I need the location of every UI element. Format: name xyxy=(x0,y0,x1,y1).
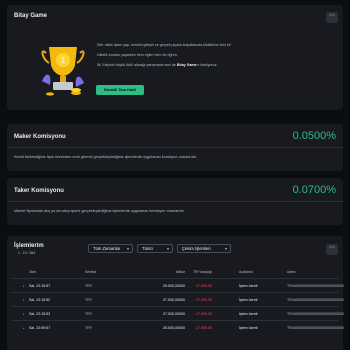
table-row[interactable]: ▸ Sal, 22:09:57 TRY 25.000,00000 -17.000… xyxy=(12,320,344,334)
pagination-info: 1 - 10 / 364 xyxy=(18,251,36,255)
header-date: Tarih xyxy=(29,270,37,274)
chevron-down-icon: ▾ xyxy=(166,246,169,251)
transactions-card: İşlemlerim 1 - 10 / 364 Tüm Zamanlar ▾ Tü… xyxy=(7,236,344,350)
game-info-line-2: Üstelik burdan yaparken hem eğlen hem de… xyxy=(97,53,178,57)
transactions-title: İşlemlerim xyxy=(14,243,44,249)
table-row[interactable]: ▸ Sal, 22:15:53 TRY 27.000,00000 -17.000… xyxy=(12,306,344,320)
bitay-game-card: Bitay Game ⋯ 1 Sıfır riskle işlem yap, k… xyxy=(7,5,343,110)
row-description: İşlem ücreti xyxy=(239,284,258,288)
taker-rate: 0.0700% xyxy=(292,184,336,196)
trophy-icon: 1 xyxy=(41,47,85,96)
game-more-button[interactable]: ⋯ xyxy=(326,12,338,23)
row-date: Sal, 22:09:57 xyxy=(29,326,51,330)
table-row[interactable]: ▸ Sal, 22:15:52 TRY 27.000,00000 -17.000… xyxy=(12,292,344,306)
withdraw-filter-select[interactable]: Çekim İşlemleri ▾ xyxy=(177,244,231,253)
row-date: Sal, 22:15:52 xyxy=(29,298,51,302)
divider xyxy=(7,201,343,202)
maker-title: Maker Komisyonu xyxy=(14,134,66,140)
transactions-more-button[interactable]: ⋯ xyxy=(326,244,338,255)
row-try-value: -17.000,00 xyxy=(194,326,212,330)
header-description: Açıklama xyxy=(239,270,253,274)
header-symbol: Sembol xyxy=(85,270,97,274)
row-try-value: -17.000,00 xyxy=(194,284,212,288)
row-address: TR44000000000000000000000000 xyxy=(287,284,344,288)
row-description: İşlem ücreti xyxy=(239,326,258,330)
taker-commission-card: Taker Komisyonu 0.0700% Market fiyatında… xyxy=(7,178,343,225)
row-description: İşlem ücreti xyxy=(239,312,258,316)
taker-title: Taker Komisyonu xyxy=(14,188,64,194)
game-info-line-1: Sıfır riskle işlem yap, kendini geliştir… xyxy=(97,43,231,47)
row-address: TR44000000000000000000000000 xyxy=(287,326,344,330)
direction-indicator-icon: ▸ xyxy=(23,326,25,330)
game-start-button[interactable]: Sanaldi Tara Hakli xyxy=(96,85,144,95)
row-try-value: -17.000,00 xyxy=(194,298,212,302)
transactions-table: Tarih Sembol Miktar TRY karşılığı Açıkla… xyxy=(12,266,344,334)
maker-description: Kendi belirlediğiniz fiyat üzerinden emi… xyxy=(14,155,197,159)
maker-rate: 0.0500% xyxy=(292,130,336,142)
chevron-down-icon: ▾ xyxy=(224,246,227,251)
row-try-value: -17.000,00 xyxy=(194,312,212,316)
game-info-line-3: İlk 3 kişinin büyük ödül alacağı yarışma… xyxy=(97,63,218,67)
time-filter-select[interactable]: Tüm Zamanlar ▾ xyxy=(88,244,133,253)
taker-description: Market fiyatından alış ya da satış işlem… xyxy=(14,209,185,213)
direction-indicator-icon: ▸ xyxy=(23,312,25,316)
row-date: Sal, 22:15:57 xyxy=(29,284,51,288)
divider xyxy=(7,147,343,148)
row-address: TR44000000000000000000000000 xyxy=(287,298,344,302)
table-row[interactable]: ▸ Sal, 22:15:57 TRY 25.000,00000 -17.000… xyxy=(12,278,344,292)
game-card-title: Bitay Game xyxy=(14,13,48,19)
table-header: Tarih Sembol Miktar TRY karşılığı Açıkla… xyxy=(12,266,338,278)
header-try-value: TRY karşılığı xyxy=(193,270,212,274)
row-description: İşlem ücreti xyxy=(239,298,258,302)
direction-indicator-icon: ▸ xyxy=(23,284,25,288)
chevron-down-icon: ▾ xyxy=(126,246,129,251)
header-address: Adres xyxy=(287,270,296,274)
type-filter-select[interactable]: Tümü ▾ xyxy=(137,244,173,253)
row-symbol: TRY xyxy=(85,326,93,330)
svg-text:1: 1 xyxy=(61,56,66,65)
row-date: Sal, 22:15:53 xyxy=(29,312,51,316)
row-address: TR44000000000000000000000000 xyxy=(287,312,344,316)
row-symbol: TRY xyxy=(85,298,93,302)
maker-commission-card: Maker Komisyonu 0.0500% Kendi belirlediğ… xyxy=(7,124,343,171)
row-symbol: TRY xyxy=(85,284,93,288)
direction-indicator-icon: ▸ xyxy=(23,298,25,302)
row-symbol: TRY xyxy=(85,312,93,316)
